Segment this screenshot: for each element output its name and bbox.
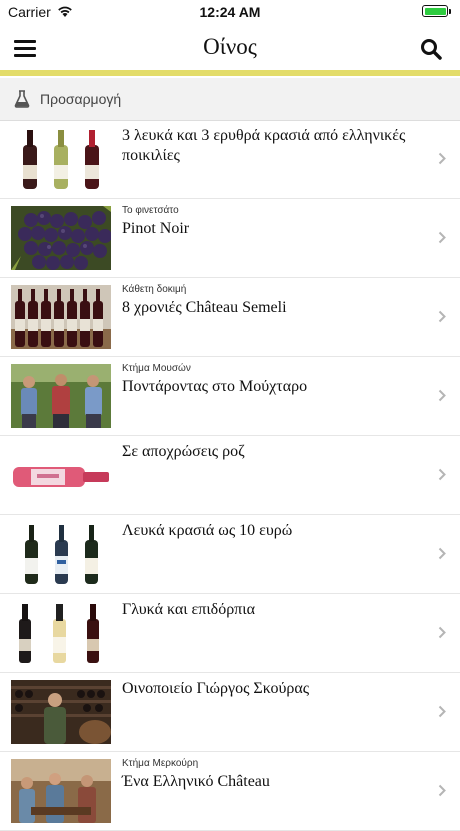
chevron-right-icon	[438, 705, 446, 718]
accent-divider	[0, 70, 460, 76]
item-title: Γλυκά και επιδόρπια	[122, 601, 255, 618]
chevron-right-icon	[438, 468, 446, 481]
item-title: Λευκά κρασιά ως 10 ευρώ	[122, 522, 293, 539]
list-item[interactable]: Κτήμα Μουσών Ποντάροντας στο Μούχταρο	[0, 357, 460, 436]
grapes-thumbnail	[11, 206, 111, 270]
status-bar: Carrier 12:24 AM	[0, 0, 460, 24]
item-kicker: Κάθετη δοκιμή	[122, 284, 187, 295]
chevron-right-icon	[438, 231, 446, 244]
flask-icon	[14, 90, 30, 108]
chevron-right-icon	[438, 152, 446, 165]
search-icon[interactable]	[420, 38, 442, 60]
many-bottles-thumbnail	[11, 285, 111, 349]
item-title: Σε αποχρώσεις ροζ	[122, 443, 245, 460]
chevron-right-icon	[438, 389, 446, 402]
tasting-people-thumbnail	[11, 759, 111, 823]
list-item[interactable]: Λευκά κρασιά ως 10 ευρώ	[0, 515, 460, 594]
item-title: 8 χρονιές Château Semeli	[122, 299, 287, 316]
item-title: Ένα Ελληνικό Château	[122, 773, 270, 790]
list-item[interactable]: Κάθετη δοκιμή 8 χρονιές Château Semeli	[0, 278, 460, 357]
item-title: Pinot Noir	[122, 220, 190, 237]
people-vineyard-thumbnail	[11, 364, 111, 428]
page-title: Οίνος	[203, 34, 257, 59]
customize-filter-row[interactable]: Προσαρμογή	[0, 78, 460, 121]
list-item[interactable]: Το φινετσάτο Pinot Noir	[0, 199, 460, 278]
customize-label: Προσαρμογή	[40, 91, 122, 107]
chevron-right-icon	[438, 310, 446, 323]
item-title: Οινοποιείο Γιώργος Σκούρας	[122, 680, 310, 697]
chevron-right-icon	[438, 784, 446, 797]
item-title: 3 λευκά και 3 ερυθρά κρασιά από ελληνικέ…	[122, 127, 406, 164]
cellar-man-thumbnail	[11, 680, 111, 744]
chevron-right-icon	[438, 626, 446, 639]
list-item[interactable]: Σε αποχρώσεις ροζ	[0, 436, 460, 515]
three-white-bottles-thumbnail	[11, 522, 111, 586]
item-kicker: Κτήμα Μουσών	[122, 363, 191, 374]
rose-bottle-thumbnail	[11, 443, 111, 507]
battery-icon	[422, 5, 451, 17]
navigation-bar: Οίνος	[0, 24, 460, 70]
three-bottles-thumbnail	[11, 127, 111, 191]
item-title: Ποντάροντας στο Μούχταρο	[122, 378, 308, 395]
status-time: 12:24 AM	[199, 4, 261, 20]
chevron-right-icon	[438, 547, 446, 560]
list-item[interactable]: Κτήμα Μερκούρη Ένα Ελληνικό Château	[0, 752, 460, 831]
list-item[interactable]: 3 λευκά και 3 ερυθρά κρασιά από ελληνικέ…	[0, 120, 460, 199]
list-item[interactable]: Γλυκά και επιδόρπια	[0, 594, 460, 673]
sweet-bottles-thumbnail	[11, 601, 111, 665]
item-kicker: Το φινετσάτο	[122, 205, 179, 216]
list-item[interactable]: Οινοποιείο Γιώργος Σκούρας	[0, 673, 460, 752]
item-kicker: Κτήμα Μερκούρη	[122, 758, 199, 769]
article-list: 3 λευκά και 3 ερυθρά κρασιά από ελληνικέ…	[0, 120, 460, 831]
